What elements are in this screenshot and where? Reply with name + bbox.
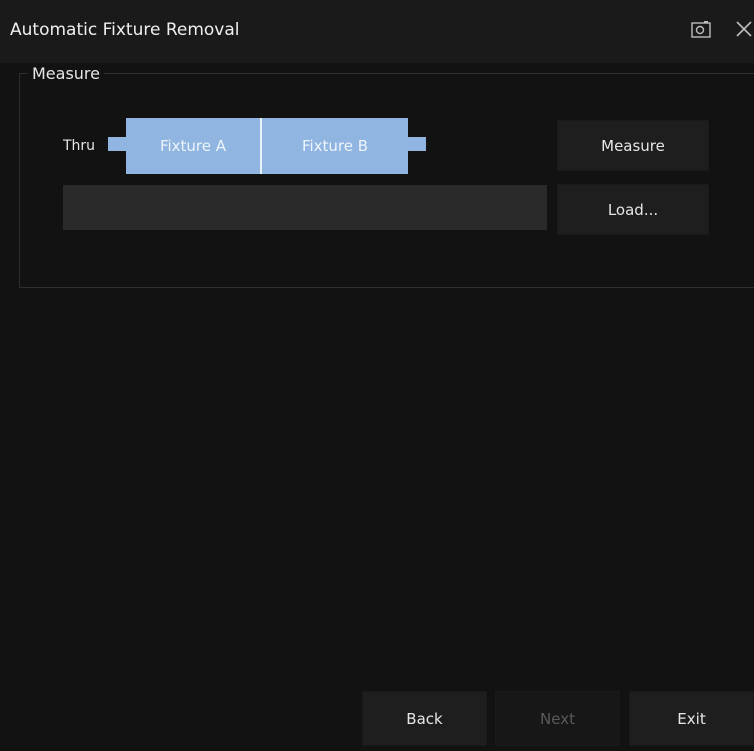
- thru-label: Thru: [63, 138, 96, 154]
- fixture-b-box: Fixture B: [262, 118, 408, 174]
- back-button[interactable]: Back: [362, 691, 487, 746]
- fixture-right-connector: [408, 137, 426, 151]
- fixture-left-connector: [108, 137, 126, 151]
- fixture-b-label: Fixture B: [301, 137, 369, 155]
- load-button[interactable]: Load...: [557, 184, 709, 235]
- exit-button[interactable]: Exit: [629, 691, 754, 746]
- measure-group: [19, 73, 754, 288]
- close-icon[interactable]: [734, 19, 754, 39]
- measure-button[interactable]: Measure: [557, 120, 709, 171]
- camera-icon[interactable]: [691, 20, 711, 38]
- fixture-a-box: Fixture A: [126, 118, 260, 174]
- window-title: Automatic Fixture Removal: [10, 20, 240, 40]
- measure-group-label: Measure: [28, 64, 104, 83]
- file-path-field[interactable]: [63, 185, 547, 230]
- next-button[interactable]: Next: [495, 691, 620, 746]
- fixture-a-label: Fixture A: [159, 137, 227, 155]
- title-bar: Automatic Fixture Removal: [0, 0, 754, 63]
